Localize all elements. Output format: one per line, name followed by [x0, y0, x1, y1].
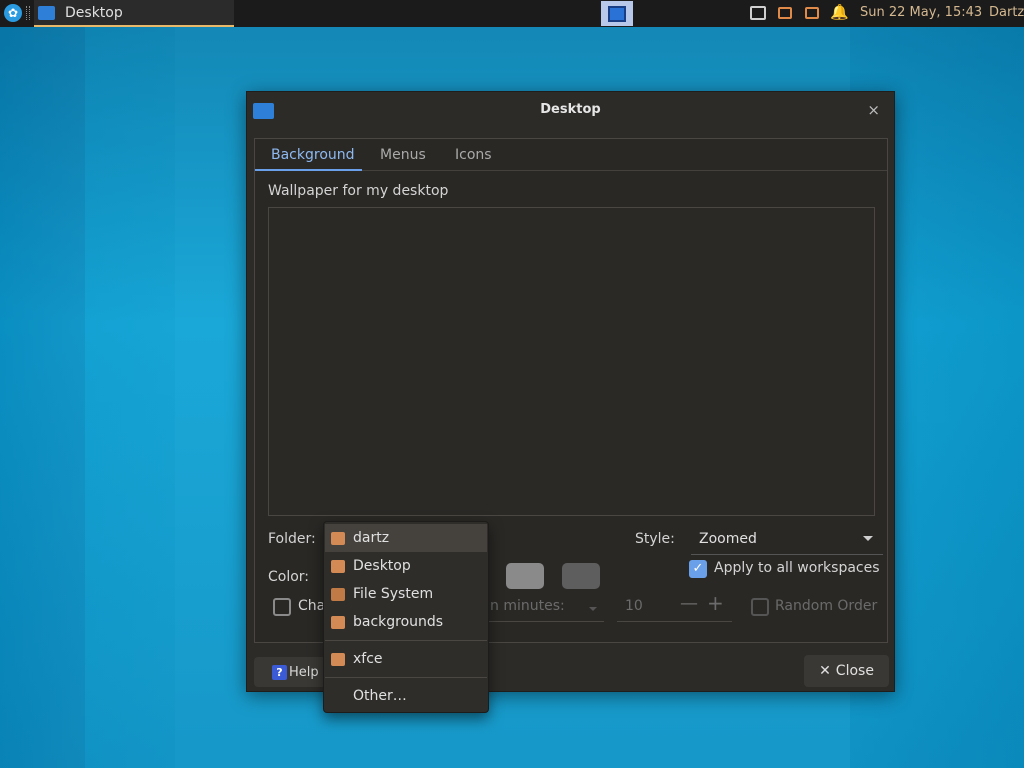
color-label: Color: — [268, 569, 310, 585]
folder-menu-item-label: xfce — [353, 651, 383, 667]
desktop-window-icon — [38, 5, 55, 20]
folder-menu-item-xfce[interactable]: xfce — [325, 645, 487, 673]
help-label: Help — [289, 664, 319, 680]
panel-separator — [26, 6, 30, 20]
wallpaper-label: Wallpaper for my desktop — [268, 183, 449, 199]
user-menu[interactable]: Dartz — [989, 5, 1024, 20]
menu-separator — [325, 677, 487, 678]
menu-separator — [325, 640, 487, 641]
notification-bell-icon[interactable]: 🔔 — [830, 3, 849, 21]
close-icon[interactable]: × — [867, 101, 880, 119]
folder-menu-item-backgrounds[interactable]: backgrounds — [325, 608, 487, 636]
plus-icon[interactable]: + — [707, 591, 724, 615]
drive-icon — [331, 587, 345, 601]
window-title: Desktop — [540, 102, 601, 117]
folder-menu-item-desktop[interactable]: Desktop — [325, 552, 487, 580]
tab-bar: Background Menus Icons — [255, 139, 887, 171]
wallpaper-grid[interactable] — [268, 207, 875, 516]
home-folder-icon — [331, 531, 345, 545]
style-value: Zoomed — [699, 530, 757, 547]
random-order-label: Random Order — [775, 598, 878, 614]
random-order-checkbox[interactable] — [751, 598, 769, 616]
active-tab-indicator — [255, 169, 362, 171]
top-panel: ✿ Desktop 🔔 Sun 22 May, 15:43 Dartz — [0, 0, 1024, 27]
chevron-down-icon — [589, 607, 597, 611]
color-2-button[interactable] — [562, 563, 600, 589]
interval-unit-label: n minutes: — [490, 598, 565, 614]
folder-icon — [331, 652, 345, 666]
tray-app-icon[interactable] — [778, 7, 792, 19]
help-button[interactable]: ? Help — [254, 657, 330, 687]
workspace-switcher[interactable] — [601, 1, 633, 26]
interval-combo-underline — [488, 621, 604, 622]
clock[interactable]: Sun 22 May, 15:43 — [860, 5, 982, 20]
folder-menu-item-label: backgrounds — [353, 614, 444, 630]
color-1-button[interactable] — [506, 563, 544, 589]
taskbar-button-label: Desktop — [65, 4, 123, 21]
folder-menu-item-label: Other… — [353, 688, 407, 704]
folder-menu-item-file-system[interactable]: File System — [325, 580, 487, 608]
folder-menu-item-other[interactable]: Other… — [325, 682, 487, 710]
minus-icon[interactable]: — — [680, 593, 698, 614]
style-dropdown[interactable]: Zoomed — [691, 523, 883, 555]
folder-menu-item-label: dartz — [353, 530, 390, 546]
folder-menu-item-dartz[interactable]: dartz — [325, 524, 487, 552]
close-label: Close — [835, 663, 874, 679]
interval-value: 10 — [625, 598, 643, 614]
interval-spin-underline — [617, 621, 732, 622]
tab-icons[interactable]: Icons — [455, 147, 492, 163]
close-x-icon: ✕ — [819, 663, 831, 679]
desktop-folder-icon — [331, 559, 345, 573]
folder-label: Folder: — [268, 531, 316, 547]
workspace-1-icon — [608, 5, 626, 22]
titlebar[interactable]: Desktop × — [247, 92, 894, 128]
style-label: Style: — [635, 531, 675, 547]
network-icon[interactable] — [750, 6, 766, 20]
tray-app-icon-2[interactable] — [805, 7, 819, 19]
apply-all-label: Apply to all workspaces — [714, 560, 880, 576]
apply-all-checkbox[interactable]: ✓ — [689, 560, 707, 578]
folder-menu-item-label: File System — [353, 586, 434, 602]
change-background-label: Cha — [298, 598, 326, 614]
folder-menu-item-label: Desktop — [353, 558, 411, 574]
applications-menu-icon[interactable]: ✿ — [4, 4, 22, 22]
folder-dropdown-menu: dartz Desktop File System backgrounds xf… — [323, 521, 489, 713]
taskbar-button-desktop[interactable]: Desktop — [34, 0, 234, 27]
tab-menus[interactable]: Menus — [380, 147, 426, 163]
tab-background[interactable]: Background — [271, 147, 355, 163]
close-button[interactable]: ✕ Close — [804, 655, 889, 687]
chevron-down-icon — [863, 536, 873, 541]
help-icon: ? — [272, 664, 287, 680]
change-background-checkbox[interactable] — [273, 598, 291, 616]
folder-icon — [331, 615, 345, 629]
